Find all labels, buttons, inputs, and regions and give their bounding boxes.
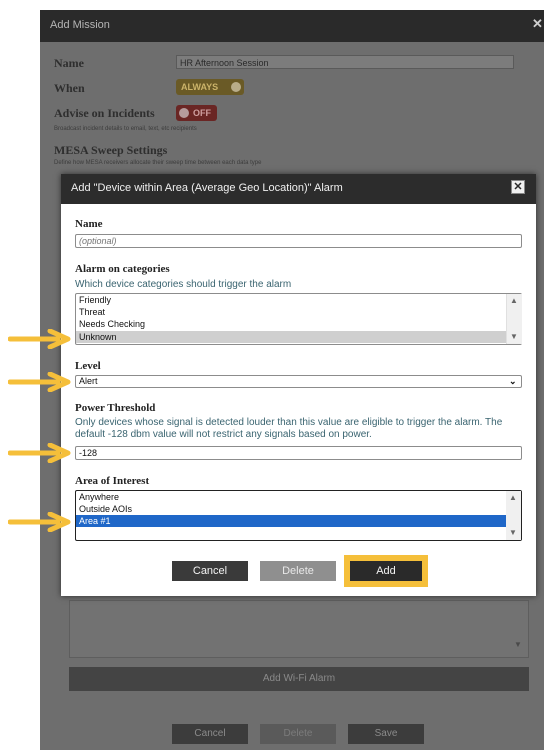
scroll-down-icon[interactable]: ▼ xyxy=(509,528,517,537)
list-item[interactable]: Needs Checking xyxy=(79,318,507,330)
when-label: When xyxy=(54,81,85,95)
mission-save-button[interactable]: Save xyxy=(348,724,424,744)
mission-cancel-button[interactable]: Cancel xyxy=(172,724,248,744)
area-of-interest-listbox[interactable]: Anywhere Outside AOIs Area #1 xyxy=(75,490,522,541)
list-item[interactable]: Friendly xyxy=(79,294,507,306)
add-mission-titlebar xyxy=(40,10,544,42)
level-select[interactable]: Alert xyxy=(75,375,522,388)
advise-hint: Broadcast incident details to email, tex… xyxy=(54,126,197,132)
close-icon[interactable]: ✕ xyxy=(511,180,525,194)
toggle-knob xyxy=(231,82,241,92)
modal-title: Add "Device within Area (Average Geo Loc… xyxy=(71,182,343,194)
arrow-right-icon xyxy=(8,512,71,532)
sweep-hint: Define how MESA receivers allocate their… xyxy=(54,160,262,166)
power-threshold-description: Only devices whose signal is detected lo… xyxy=(75,417,503,440)
arrow-right-icon xyxy=(8,443,71,463)
list-item-selected[interactable]: Unknown xyxy=(76,331,507,343)
toggle-knob xyxy=(179,108,189,118)
alarm-name-input[interactable] xyxy=(75,234,522,248)
alarm-list-panel xyxy=(69,600,529,658)
arrow-right-icon xyxy=(8,329,71,349)
close-icon[interactable]: ✕ xyxy=(532,16,543,32)
arrow-right-icon xyxy=(8,372,71,392)
scroll-down-icon[interactable]: ▼ xyxy=(510,332,518,341)
power-threshold-label: Power Threshold xyxy=(75,402,156,414)
advise-label: Advise on Incidents xyxy=(54,106,155,120)
delete-button[interactable]: Delete xyxy=(260,561,336,581)
alarm-categories-hint: Which device categories should trigger t… xyxy=(75,279,292,290)
area-of-interest-label: Area of Interest xyxy=(75,475,150,487)
area-of-interest-scrollbar[interactable]: ▲ ▼ xyxy=(506,491,521,540)
categories-listbox[interactable]: Friendly Threat Needs Checking Unknown xyxy=(75,293,522,345)
alarm-categories-label: Alarm on categories xyxy=(75,263,170,275)
mission-name-label: Name xyxy=(54,56,84,70)
scroll-down-icon[interactable]: ▼ xyxy=(514,640,522,649)
categories-scrollbar[interactable]: ▲ ▼ xyxy=(506,294,522,344)
mission-delete-button[interactable]: Delete xyxy=(260,724,336,744)
scroll-up-icon[interactable]: ▲ xyxy=(510,296,518,305)
mission-name-field[interactable]: HR Afternoon Session xyxy=(176,55,514,69)
chevron-down-icon[interactable]: ⌄ xyxy=(509,375,517,388)
list-item[interactable]: Outside AOIs xyxy=(79,503,132,515)
sweep-settings-label: MESA Sweep Settings xyxy=(54,143,168,157)
add-button[interactable]: Add xyxy=(350,561,422,581)
add-wifi-alarm-button[interactable]: Add Wi-Fi Alarm xyxy=(69,667,529,691)
list-item[interactable]: Threat xyxy=(79,306,507,318)
add-mission-title: Add Mission xyxy=(50,19,110,31)
level-label: Level xyxy=(75,360,101,372)
scroll-up-icon[interactable]: ▲ xyxy=(509,493,517,502)
alarm-name-label: Name xyxy=(75,218,103,230)
list-item-selected[interactable]: Area #1 xyxy=(76,515,507,527)
power-threshold-input[interactable] xyxy=(75,446,522,460)
cancel-button[interactable]: Cancel xyxy=(172,561,248,581)
list-item[interactable]: Anywhere xyxy=(79,491,119,503)
